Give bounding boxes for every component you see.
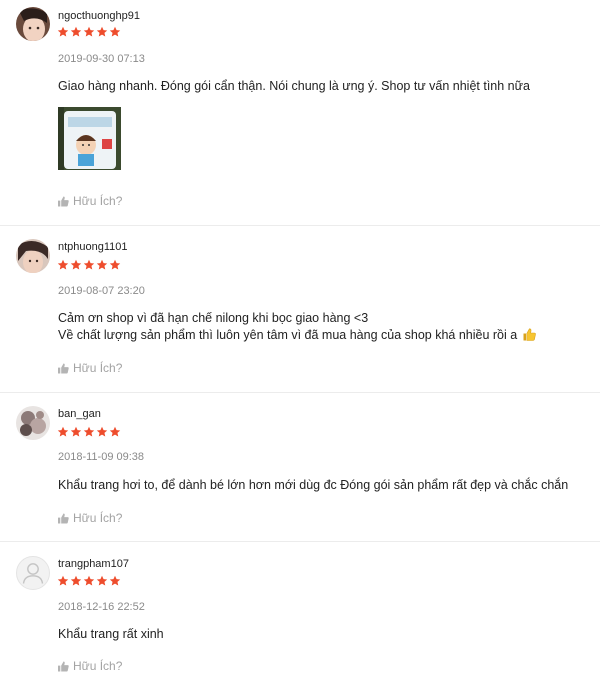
avatar[interactable] — [16, 7, 50, 41]
helpful-label: Hữu Ích? — [73, 511, 123, 525]
star-icon — [109, 26, 121, 37]
review-username[interactable]: ntphuong1101 — [58, 241, 128, 253]
review-photo[interactable] — [58, 107, 121, 170]
thumbs-up-icon — [58, 195, 69, 207]
star-icon — [109, 426, 121, 437]
star-icon — [83, 259, 95, 270]
star-icon — [70, 575, 82, 586]
helpful-label: Hữu Ích? — [73, 361, 123, 375]
star-icon — [96, 575, 108, 586]
user-photo-icon — [16, 406, 50, 440]
review-username[interactable]: trangpham107 — [58, 558, 129, 570]
review-date: 2019-09-30 07:13 — [58, 53, 145, 65]
star-icon — [96, 426, 108, 437]
star-icon — [70, 259, 82, 270]
review-text-line-2: Về chất lượng sản phẩm thì luôn yên tâm … — [58, 327, 536, 344]
review-text: Giao hàng nhanh. Đóng gói cẩn thận. Nói … — [58, 79, 530, 93]
helpful-button[interactable]: Hữu Ích? — [58, 659, 122, 673]
review-text-line-1: Cảm ơn shop vì đã hạn chế nilong khi bọc… — [58, 311, 369, 325]
star-icon — [57, 575, 69, 586]
helpful-button[interactable]: Hữu Ích? — [58, 511, 122, 525]
thumbs-up-emoji-icon — [523, 328, 536, 341]
rating-stars — [57, 26, 121, 38]
star-icon — [83, 575, 95, 586]
star-icon — [57, 26, 69, 37]
star-icon — [109, 259, 121, 270]
user-photo-icon — [16, 239, 50, 273]
review-text: Khẩu trang rất xinh — [58, 627, 164, 641]
star-icon — [109, 575, 121, 586]
review-date: 2018-12-16 22:52 — [58, 601, 145, 613]
review-item: trangpham107 2018-12-16 22:52 Khẩu trang… — [0, 542, 600, 684]
helpful-label: Hữu Ích? — [73, 194, 123, 208]
star-icon — [96, 26, 108, 37]
review-text-line-2-content: Về chất lượng sản phẩm thì luôn yên tâm … — [58, 328, 518, 342]
star-icon — [70, 26, 82, 37]
star-icon — [96, 259, 108, 270]
review-username[interactable]: ngocthuonghp91 — [58, 10, 140, 22]
star-icon — [83, 26, 95, 37]
user-icon — [22, 563, 44, 584]
review-item: ntphuong1101 2019-08-07 23:20 Cảm ơn sho… — [0, 226, 600, 393]
thumbs-up-icon — [58, 362, 69, 374]
avatar[interactable] — [16, 406, 50, 440]
review-date: 2018-11-09 09:38 — [58, 451, 145, 463]
star-icon — [83, 426, 95, 437]
review-text: Khẩu trang hơi to, để dành bé lớn hơn mớ… — [58, 478, 569, 492]
review-item: ban_gan 2018-11-09 09:38 Khẩu trang hơi … — [0, 393, 600, 542]
star-icon — [57, 259, 69, 270]
user-photo-icon — [16, 7, 50, 41]
review-item: ngocthuonghp91 2019-09-30 07:13 Giao hàn… — [0, 0, 600, 226]
helpful-button[interactable]: Hữu Ích? — [58, 194, 122, 208]
avatar[interactable] — [16, 556, 50, 590]
review-username[interactable]: ban_gan — [58, 408, 101, 420]
thumbs-up-icon — [58, 512, 69, 524]
helpful-button[interactable]: Hữu Ích? — [58, 361, 122, 375]
star-icon — [57, 426, 69, 437]
rating-stars — [57, 426, 121, 438]
avatar[interactable] — [16, 239, 50, 273]
rating-stars — [57, 259, 121, 271]
helpful-label: Hữu Ích? — [73, 659, 123, 673]
rating-stars — [57, 575, 121, 587]
star-icon — [70, 426, 82, 437]
thumbs-up-icon — [58, 660, 69, 672]
review-date: 2019-08-07 23:20 — [58, 285, 145, 297]
mask-product-image-icon — [58, 107, 121, 170]
